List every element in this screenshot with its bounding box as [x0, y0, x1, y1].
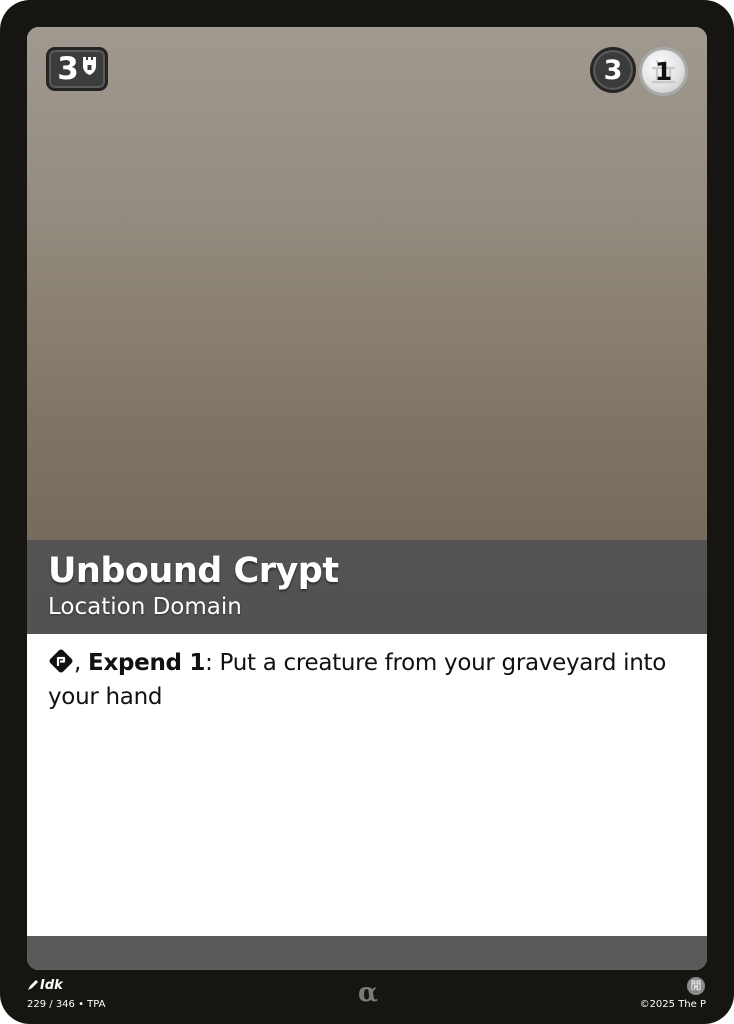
title-band: Unbound Crypt Location Domain [27, 540, 707, 634]
artist-name: Idk [40, 978, 63, 993]
tap-cost-icon [49, 649, 73, 673]
rules-text: , Expend 1: Put a creature from your gra… [48, 646, 688, 714]
stat-dark-value: 3 [603, 54, 623, 86]
copyright-text: ©2025 The P [639, 999, 706, 1010]
card-frame: 3 3 1 Unbound Crypt Location Domain , Ex… [27, 27, 707, 970]
stat-dark-badge: 3 [590, 47, 636, 93]
rules-colon: : [205, 650, 213, 676]
cost-badge: 3 [46, 47, 108, 91]
card-name: Unbound Crypt [48, 551, 339, 591]
rarity-mark: α [357, 978, 378, 1008]
game-card[interactable]: 3 3 1 Unbound Crypt Location Domain , Ex… [0, 0, 734, 1024]
stat-light-badge: 1 [639, 47, 688, 96]
tower-icon [82, 57, 96, 75]
rules-keyword: Expend 1 [88, 650, 206, 676]
brush-icon [28, 980, 38, 990]
bottom-bar [27, 936, 707, 970]
rules-separator: , [74, 650, 89, 676]
card-type-line: Location Domain [48, 594, 242, 620]
artist-credit: Idk [27, 979, 63, 992]
stat-light-value: 1 [654, 57, 673, 86]
set-icon: 閒 [687, 977, 705, 995]
collector-number: 229 / 346 • TPA [27, 999, 106, 1010]
cost-value: 3 [57, 50, 79, 87]
